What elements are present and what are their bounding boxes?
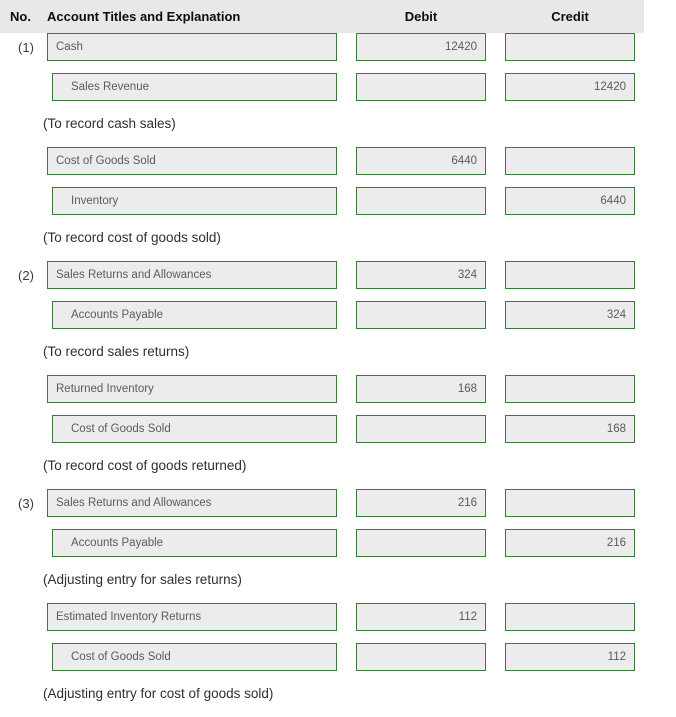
account-title-input[interactable]: Sales Revenue <box>52 73 337 101</box>
debit-amount-input[interactable] <box>356 187 486 215</box>
explanation-text: (To record cost of goods sold) <box>43 230 221 245</box>
column-header-no: No. <box>10 9 31 24</box>
explanation-row: (To record cash sales) <box>0 113 676 147</box>
credit-amount-input[interactable] <box>505 33 635 61</box>
column-header-account: Account Titles and Explanation <box>47 9 241 24</box>
journal-entry-table: No. Account Titles and Explanation Debit… <box>0 0 676 701</box>
journal-entry-row: Returned Inventory 168 <box>0 375 676 415</box>
debit-amount-input[interactable] <box>356 73 486 101</box>
entry-number-label: (2) <box>18 268 34 283</box>
account-title-input[interactable]: Accounts Payable <box>52 301 337 329</box>
credit-amount-input[interactable]: 12420 <box>505 73 635 101</box>
journal-entry-row: (3) Sales Returns and Allowances 216 <box>0 489 676 529</box>
credit-amount-input[interactable]: 216 <box>505 529 635 557</box>
journal-entry-row: Sales Revenue 12420 <box>0 73 676 113</box>
debit-amount-input[interactable] <box>356 529 486 557</box>
journal-entry-row: (2) Sales Returns and Allowances 324 <box>0 261 676 301</box>
journal-entry-row: Inventory 6440 <box>0 187 676 227</box>
account-title-input[interactable]: Estimated Inventory Returns <box>47 603 337 631</box>
account-title-input[interactable]: Sales Returns and Allowances <box>47 261 337 289</box>
column-header-debit: Debit <box>404 9 438 24</box>
explanation-text: (Adjusting entry for cost of goods sold) <box>43 686 274 701</box>
debit-amount-input[interactable]: 216 <box>356 489 486 517</box>
entry-number-label: (3) <box>18 496 34 511</box>
debit-amount-input[interactable]: 112 <box>356 603 486 631</box>
debit-amount-input[interactable]: 168 <box>356 375 486 403</box>
explanation-row: (To record cost of goods sold) <box>0 227 676 261</box>
debit-amount-input[interactable] <box>356 643 486 671</box>
account-title-input[interactable]: Cost of Goods Sold <box>52 643 337 671</box>
credit-amount-input[interactable]: 168 <box>505 415 635 443</box>
journal-entry-row: Accounts Payable 216 <box>0 529 676 569</box>
entry-number-label: (1) <box>18 40 34 55</box>
journal-entry-row: Cost of Goods Sold 6440 <box>0 147 676 187</box>
account-title-input[interactable]: Accounts Payable <box>52 529 337 557</box>
explanation-text: (Adjusting entry for sales returns) <box>43 572 242 587</box>
explanation-text: (To record cash sales) <box>43 116 176 131</box>
journal-rows: (1) Cash 12420 Sales Revenue 12420 (To record… <box>0 33 676 717</box>
explanation-row: (Adjusting entry for cost of goods sold) <box>0 683 676 717</box>
explanation-text: (To record cost of goods returned) <box>43 458 247 473</box>
debit-amount-input[interactable]: 6440 <box>356 147 486 175</box>
credit-amount-input[interactable] <box>505 147 635 175</box>
account-title-input[interactable]: Inventory <box>52 187 337 215</box>
credit-amount-input[interactable]: 324 <box>505 301 635 329</box>
credit-amount-input[interactable] <box>505 375 635 403</box>
journal-entry-row: Accounts Payable 324 <box>0 301 676 341</box>
account-title-input[interactable]: Cash <box>47 33 337 61</box>
explanation-row: (To record cost of goods returned) <box>0 455 676 489</box>
credit-amount-input[interactable]: 6440 <box>505 187 635 215</box>
journal-entry-row: (1) Cash 12420 <box>0 33 676 73</box>
journal-entry-row: Cost of Goods Sold 168 <box>0 415 676 455</box>
column-header-credit: Credit <box>551 9 589 24</box>
credit-amount-input[interactable] <box>505 603 635 631</box>
credit-amount-input[interactable] <box>505 261 635 289</box>
account-title-input[interactable]: Cost of Goods Sold <box>52 415 337 443</box>
credit-amount-input[interactable] <box>505 489 635 517</box>
account-title-input[interactable]: Sales Returns and Allowances <box>47 489 337 517</box>
explanation-row: (To record sales returns) <box>0 341 676 375</box>
credit-amount-input[interactable]: 112 <box>505 643 635 671</box>
debit-amount-input[interactable]: 12420 <box>356 33 486 61</box>
debit-amount-input[interactable]: 324 <box>356 261 486 289</box>
explanation-row: (Adjusting entry for sales returns) <box>0 569 676 603</box>
journal-entry-row: Cost of Goods Sold 112 <box>0 643 676 683</box>
journal-entry-row: Estimated Inventory Returns 112 <box>0 603 676 643</box>
table-header-row: No. Account Titles and Explanation Debit… <box>0 0 644 33</box>
account-title-input[interactable]: Cost of Goods Sold <box>47 147 337 175</box>
debit-amount-input[interactable] <box>356 415 486 443</box>
debit-amount-input[interactable] <box>356 301 486 329</box>
account-title-input[interactable]: Returned Inventory <box>47 375 337 403</box>
explanation-text: (To record sales returns) <box>43 344 190 359</box>
